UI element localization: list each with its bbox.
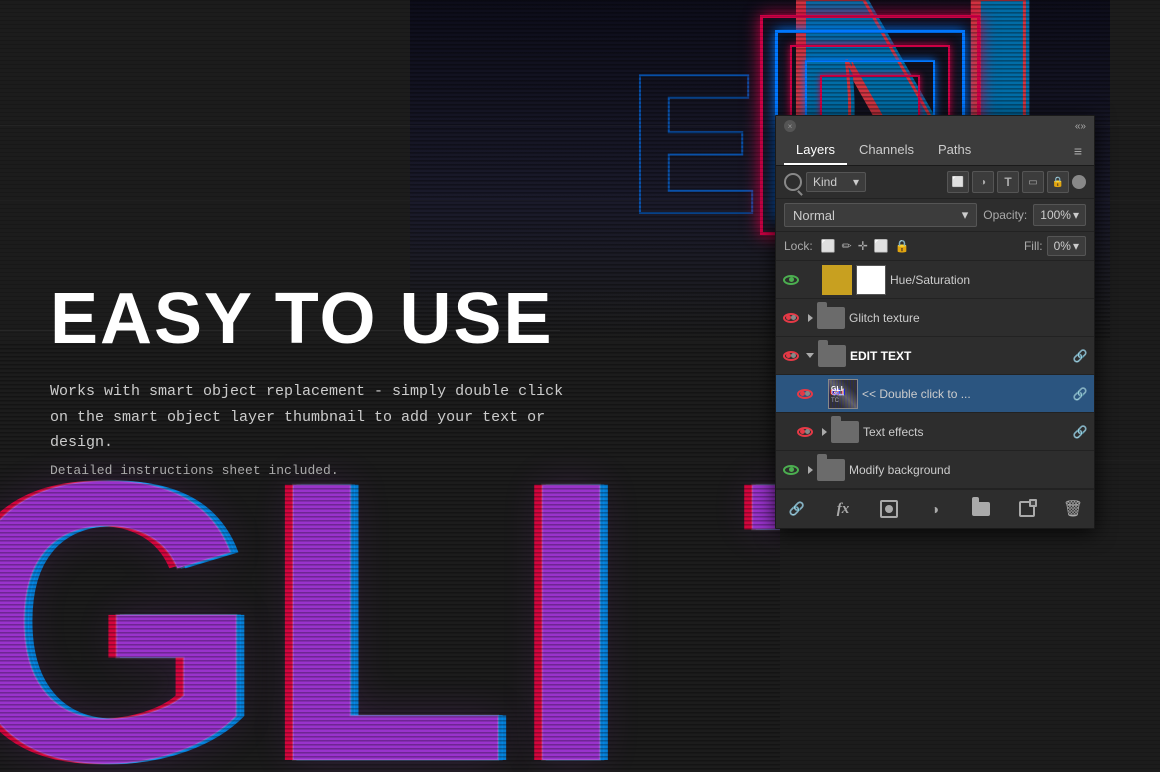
layer-name: EDIT TEXT [850,349,1068,363]
eye-shape [783,351,799,361]
layer-thumbnail [822,265,852,295]
panel-expand-button[interactable]: «» [1075,121,1086,132]
layer-folder-icon [817,307,845,329]
fill-chevron: ▾ [1073,239,1079,253]
blend-mode-label: Normal [793,208,835,223]
filter-pixel-icon[interactable]: ⬜ [947,171,969,193]
filter-type-icon[interactable]: T [997,171,1019,193]
lock-transparent-icon[interactable]: ⬜ [821,239,836,253]
eye-shape [783,275,799,285]
layer-row[interactable]: Text effects 🔗 [776,413,1094,451]
opacity-chevron: ▾ [1073,208,1079,222]
new-group-icon[interactable] [970,498,992,520]
opacity-value[interactable]: 100% ▾ [1033,204,1086,226]
layers-list: Hue/Saturation Glitch texture [776,261,1094,489]
eye-shape [783,465,799,475]
layer-mask-thumbnail [856,265,886,295]
lock-label: Lock: [784,239,813,253]
description-text: Works with smart object replacement - si… [50,379,610,482]
delete-layer-icon[interactable]: 🗑 [1062,498,1084,520]
layer-link-icon[interactable]: 🔗 [1072,424,1088,440]
fill-number: 0% [1054,239,1071,253]
filter-kind-select[interactable]: Kind ▾ [806,172,866,192]
layer-name: Glitch texture [849,311,1088,325]
tab-channels[interactable]: Channels [847,136,926,165]
layer-name: << Double click to ... [862,387,1068,401]
filter-kind-chevron: ▾ [853,175,859,189]
filter-icons: ⬜ ◑ T ▭ 🔒 [947,171,1086,193]
page-title: EASY TO USE [50,280,610,359]
filter-shape-icon[interactable]: ▭ [1022,171,1044,193]
layer-collapse-chevron[interactable] [806,353,814,358]
layer-row[interactable]: GLI TC << Double click to ... 🔗 [776,375,1094,413]
eye-shape [797,427,813,437]
opacity-label: Opacity: [983,208,1027,222]
filter-smart-icon[interactable]: 🔒 [1047,171,1069,193]
panel-bottom-toolbar: 🔗 fx ◑ 🗑 [776,489,1094,528]
eye-visibility-icon[interactable] [782,347,800,365]
layer-row[interactable]: Hue/Saturation [776,261,1094,299]
layer-row[interactable]: Glitch texture [776,299,1094,337]
description-line1: Works with smart object replacement - si… [50,379,610,405]
layer-folder-icon [831,421,859,443]
layers-panel: × «» Layers Channels Paths ≡ Kind ▾ ⬜ ◑ … [775,115,1095,529]
filter-adjustment-icon[interactable]: ◑ [972,171,994,193]
lock-row: Lock: ⬜ ✏ ✛ ⬜ 🔒 Fill: 0% ▾ [776,232,1094,261]
lock-icons: ⬜ ✏ ✛ ⬜ 🔒 [821,239,910,253]
layer-expand-chevron[interactable] [808,466,813,474]
panel-top-bar: × «» [776,116,1094,136]
blend-chevron: ▾ [962,207,969,223]
eye-visibility-icon[interactable] [782,461,800,479]
eye-shape [783,313,799,323]
lock-all-icon[interactable]: 🔒 [895,239,910,253]
eye-shape [797,389,813,399]
eye-visibility-icon[interactable] [796,385,814,403]
tab-paths[interactable]: Paths [926,136,983,165]
opacity-number: 100% [1040,208,1071,222]
layer-link-icon[interactable]: 🔗 [1072,348,1088,364]
fill-value[interactable]: 0% ▾ [1047,236,1086,256]
new-layer-icon[interactable] [1016,498,1038,520]
create-link-icon[interactable]: 🔗 [786,498,808,520]
eye-visibility-icon[interactable] [796,423,814,441]
eye-visibility-icon[interactable] [782,309,800,327]
layer-thumbnail: GLI TC [828,379,858,409]
text-content-area: EASY TO USE Works with smart object repl… [50,280,610,482]
lock-position-icon[interactable]: ✛ [858,239,868,253]
description-line2: on the smart object layer thumbnail to a… [50,405,610,456]
lock-paint-icon[interactable]: ✏ [842,239,852,253]
layer-name: Text effects [863,425,1068,439]
layer-folder-icon [817,459,845,481]
tabs-group: Layers Channels Paths [784,136,983,165]
fx-icon[interactable]: fx [832,498,854,520]
eye-visibility-icon[interactable] [782,271,800,289]
filter-dot-icon[interactable] [1072,175,1086,189]
lock-artboard-icon[interactable]: ⬜ [874,239,889,253]
layer-row[interactable]: EDIT TEXT 🔗 [776,337,1094,375]
filter-row: Kind ▾ ⬜ ◑ T ▭ 🔒 [776,166,1094,199]
tab-layers[interactable]: Layers [784,136,847,165]
filter-search-icon[interactable] [784,173,802,191]
panel-tabs: Layers Channels Paths ≡ [776,136,1094,166]
panel-menu-icon[interactable]: ≡ [1070,139,1086,163]
fill-label: Fill: [1024,239,1043,253]
layer-name: Modify background [849,463,1088,477]
blend-mode-select[interactable]: Normal ▾ [784,203,977,227]
layer-folder-icon [818,345,846,367]
adjustment-layer-icon[interactable]: ◑ [924,498,946,520]
description-line3: Detailed instructions sheet included. [50,460,610,482]
layer-row[interactable]: Modify background [776,451,1094,489]
panel-close-button[interactable]: × [784,120,796,132]
add-mask-icon[interactable] [878,498,900,520]
filter-kind-label: Kind [813,175,837,189]
layer-name: Hue/Saturation [890,273,1088,287]
layer-expand-chevron[interactable] [822,428,827,436]
fill-section: Fill: 0% ▾ [1024,236,1086,256]
blend-mode-row: Normal ▾ Opacity: 100% ▾ [776,199,1094,232]
layer-expand-chevron[interactable] [808,314,813,322]
layer-link-icon[interactable]: 🔗 [1072,386,1088,402]
